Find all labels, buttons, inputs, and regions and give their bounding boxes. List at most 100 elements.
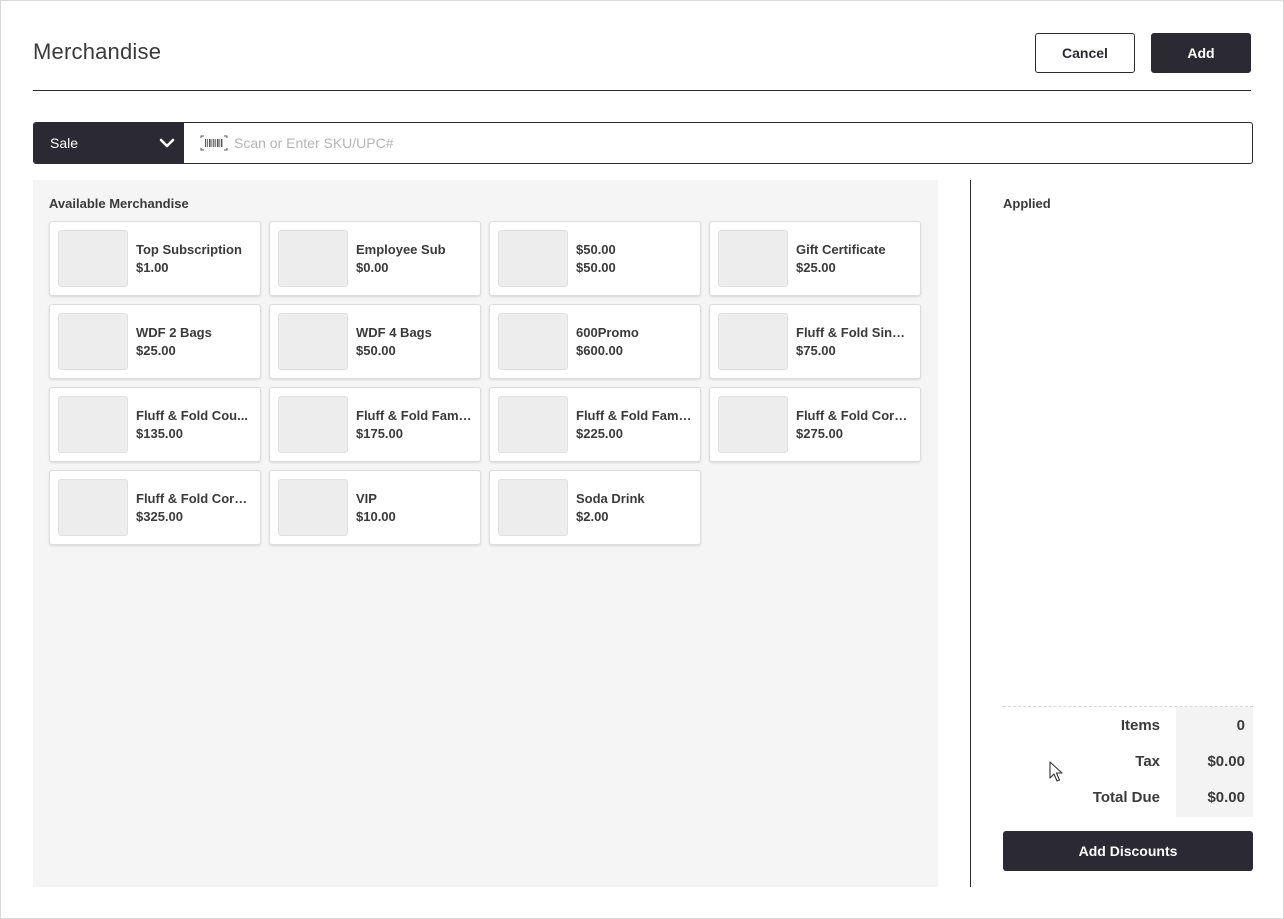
merchandise-card[interactable]: Fluff & Fold Cou... $135.00 — [49, 387, 261, 462]
merchandise-price: $2.00 — [576, 508, 609, 524]
merchandise-card[interactable]: VIP $10.00 — [269, 470, 481, 545]
merchandise-price: $10.00 — [356, 508, 396, 524]
merchandise-card[interactable]: WDF 4 Bags $50.00 — [269, 304, 481, 379]
available-merchandise-panel: Available Merchandise Top Subscription $1… — [33, 180, 938, 887]
merchandise-card-text: Fluff & Fold Corp... $275.00 — [796, 407, 912, 443]
merchandise-price: $50.00 — [576, 259, 616, 275]
merchandise-card-text: Fluff & Fold Famil... $175.00 — [356, 407, 472, 443]
merchandise-card-text: VIP $10.00 — [356, 490, 472, 526]
merchandise-thumbnail — [718, 313, 788, 370]
merchandise-card[interactable]: $50.00 $50.00 — [489, 221, 701, 296]
total-due-row: Total Due $0.00 — [1003, 779, 1253, 815]
transaction-type-select[interactable]: Sale — [34, 123, 184, 163]
merchandise-card[interactable]: Gift Certificate $25.00 — [709, 221, 921, 296]
merchandise-card-text: Fluff & Fold Famil... $225.00 — [576, 407, 692, 443]
merchandise-card-text: Top Subscription $1.00 — [136, 241, 252, 277]
merchandise-card-text: Fluff & Fold Singl... $75.00 — [796, 324, 912, 360]
merchandise-card-text: Soda Drink $2.00 — [576, 490, 692, 526]
merchandise-card[interactable]: 600Promo $600.00 — [489, 304, 701, 379]
tax-row: Tax $0.00 — [1003, 743, 1253, 779]
merchandise-name: WDF 4 Bags — [356, 324, 432, 340]
merchandise-grid: Top Subscription $1.00 Employee Sub $0.00 $5… — [49, 221, 922, 545]
merchandise-price: $25.00 — [136, 342, 176, 358]
merchandise-price: $75.00 — [796, 342, 836, 358]
merchandise-card-text: WDF 4 Bags $50.00 — [356, 324, 472, 360]
merchandise-thumbnail — [278, 396, 348, 453]
merchandise-thumbnail — [278, 230, 348, 287]
merchandise-name: Fluff & Fold Cou... — [136, 407, 248, 423]
merchandise-name: WDF 2 Bags — [136, 324, 212, 340]
merchandise-name: 600Promo — [576, 324, 639, 340]
tax-value: $0.00 — [1207, 752, 1245, 770]
sku-search-bar: Sale — [33, 122, 1253, 164]
merchandise-card[interactable]: WDF 2 Bags $25.00 — [49, 304, 261, 379]
items-label: Items — [1120, 716, 1160, 734]
merchandise-card-text: Employee Sub $0.00 — [356, 241, 472, 277]
sku-input[interactable] — [234, 135, 1252, 151]
merchandise-name: Fluff & Fold Corp... — [136, 490, 252, 506]
merchandise-thumbnail — [58, 313, 128, 370]
sku-field — [184, 123, 1252, 163]
available-merchandise-title: Available Merchandise — [49, 196, 189, 211]
merchandise-name: Fluff & Fold Corp... — [796, 407, 912, 423]
merchandise-name: Top Subscription — [136, 241, 242, 257]
merchandise-price: $50.00 — [356, 342, 396, 358]
merchandise-card[interactable]: Fluff & Fold Famil... $175.00 — [269, 387, 481, 462]
merchandise-price: $0.00 — [356, 259, 389, 275]
merchandise-price: $1.00 — [136, 259, 169, 275]
merchandise-thumbnail — [278, 479, 348, 536]
cancel-button[interactable]: Cancel — [1035, 33, 1135, 73]
merchandise-card-text: Gift Certificate $25.00 — [796, 241, 912, 277]
merchandise-thumbnail — [498, 479, 568, 536]
chevron-down-icon — [159, 138, 175, 148]
merchandise-card[interactable]: Fluff & Fold Singl... $75.00 — [709, 304, 921, 379]
merchandise-card[interactable]: Fluff & Fold Corp... $275.00 — [709, 387, 921, 462]
merchandise-card[interactable]: Soda Drink $2.00 — [489, 470, 701, 545]
totals-summary: Items 0 Tax $0.00 Total Due $0.00 — [1003, 706, 1253, 817]
merchandise-card[interactable]: Fluff & Fold Famil... $225.00 — [489, 387, 701, 462]
total-due-value: $0.00 — [1207, 788, 1245, 806]
merchandise-card[interactable]: Fluff & Fold Corp... $325.00 — [49, 470, 261, 545]
merchandise-name: Gift Certificate — [796, 241, 886, 257]
barcode-icon — [200, 135, 228, 151]
tax-label: Tax — [1135, 752, 1160, 770]
merchandise-name: VIP — [356, 490, 377, 506]
merchandise-thumbnail — [498, 313, 568, 370]
merchandise-thumbnail — [718, 230, 788, 287]
merchandise-card-text: WDF 2 Bags $25.00 — [136, 324, 252, 360]
merchandise-price: $25.00 — [796, 259, 836, 275]
merchandise-price: $600.00 — [576, 342, 623, 358]
merchandise-card[interactable]: Top Subscription $1.00 — [49, 221, 261, 296]
add-button[interactable]: Add — [1151, 33, 1251, 73]
merchandise-price: $135.00 — [136, 425, 183, 441]
merchandise-thumbnail — [58, 230, 128, 287]
merchandise-card-text: Fluff & Fold Cou... $135.00 — [136, 407, 252, 443]
merchandise-name: Soda Drink — [576, 490, 645, 506]
applied-title: Applied — [1003, 196, 1051, 211]
page-title: Merchandise — [33, 39, 162, 64]
mouse-cursor-icon — [1049, 761, 1063, 782]
items-row: Items 0 — [1003, 707, 1253, 743]
merchandise-price: $275.00 — [796, 425, 843, 441]
merchandise-price: $175.00 — [356, 425, 403, 441]
merchandise-thumbnail — [278, 313, 348, 370]
merchandise-name: Fluff & Fold Famil... — [576, 407, 692, 423]
merchandise-name: $50.00 — [576, 241, 616, 257]
transaction-type-value: Sale — [50, 135, 79, 151]
total-due-label: Total Due — [1092, 788, 1160, 806]
merchandise-card[interactable]: Employee Sub $0.00 — [269, 221, 481, 296]
dialog-header: Merchandise Cancel Add — [33, 31, 1251, 91]
merchandise-thumbnail — [58, 396, 128, 453]
merchandise-name: Fluff & Fold Famil... — [356, 407, 472, 423]
items-value: 0 — [1236, 716, 1245, 734]
merchandise-card-text: $50.00 $50.00 — [576, 241, 692, 277]
applied-panel: Applied Items 0 Tax $0.00 Total Due $0.0… — [1003, 180, 1253, 887]
merchandise-card-text: Fluff & Fold Corp... $325.00 — [136, 490, 252, 526]
merchandise-thumbnail — [58, 479, 128, 536]
merchandise-name: Fluff & Fold Singl... — [796, 324, 912, 340]
panel-divider — [970, 180, 971, 887]
merchandise-thumbnail — [498, 230, 568, 287]
merchandise-price: $325.00 — [136, 508, 183, 524]
merchandise-card-text: 600Promo $600.00 — [576, 324, 692, 360]
add-discounts-button[interactable]: Add Discounts — [1003, 831, 1253, 871]
